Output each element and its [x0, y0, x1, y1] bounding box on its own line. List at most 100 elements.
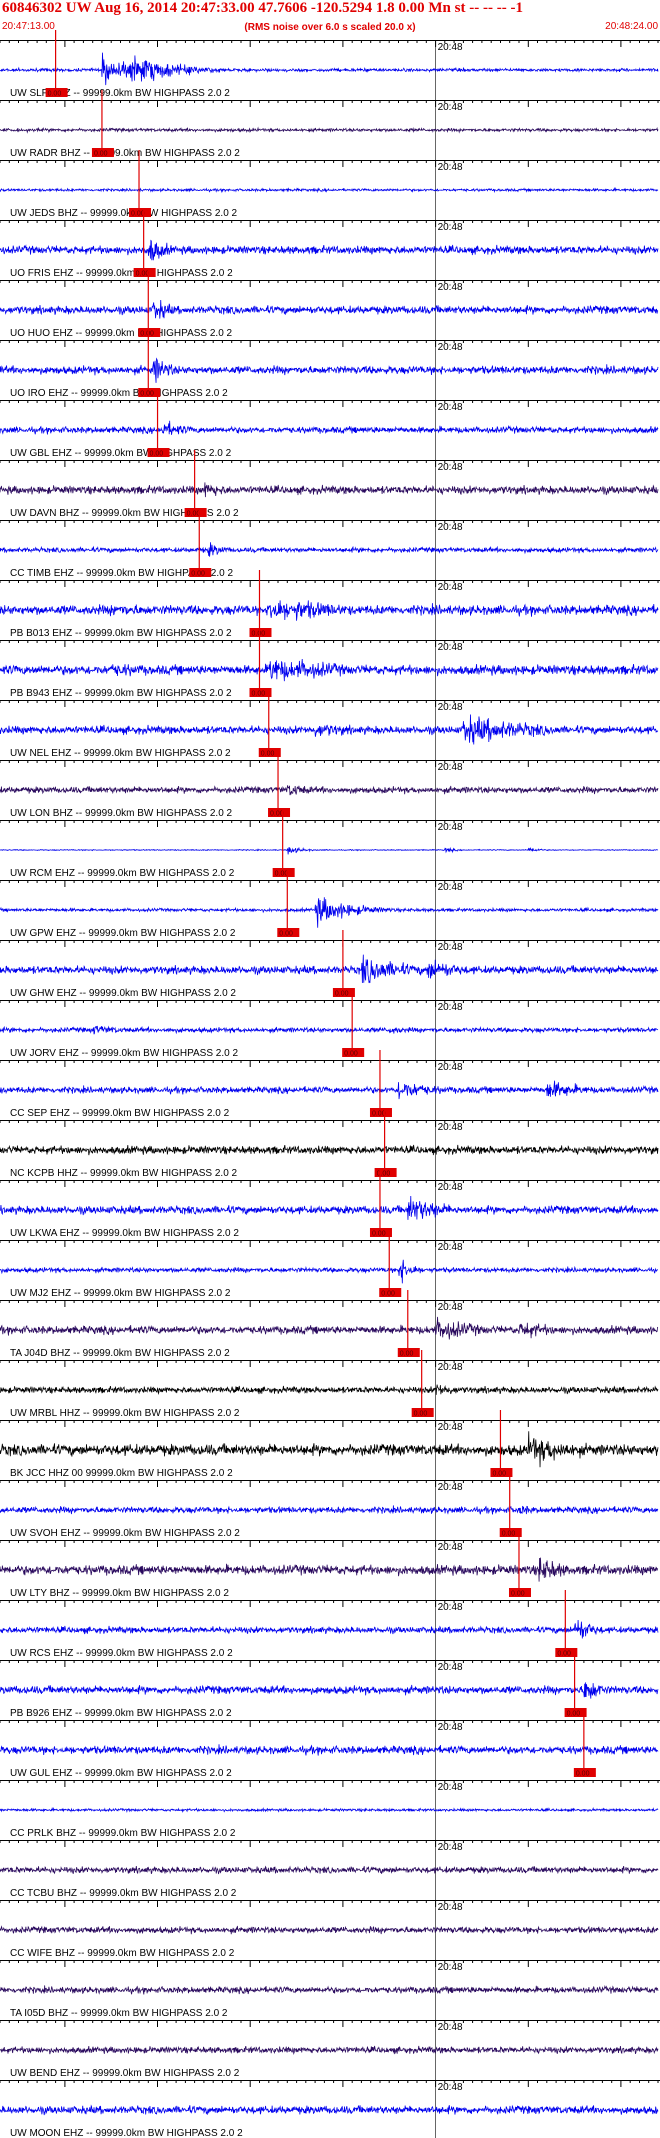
channel-7: 20:48UW DAVN BHZ -- 99999.0km BW HIGHPAS…	[0, 450, 660, 520]
time-mark-label: 20:48	[438, 822, 463, 833]
minute-ticks	[0, 1420, 659, 1427]
pick-label: 0.00	[251, 631, 265, 638]
waveform	[0, 954, 659, 984]
time-mark-label: 20:48	[438, 1722, 463, 1733]
waveform	[0, 1557, 659, 1582]
channel-label: UW MRBL HHZ -- 99999.0km BW HIGHPASS 2.0…	[10, 1408, 240, 1419]
pick-label: 0.00	[191, 571, 205, 578]
time-mark-label: 20:48	[438, 342, 463, 353]
channel-29: 20:48 CC PRLK BHZ -- 99999.0km BW HIGHPAS…	[0, 1780, 660, 1840]
channel-label: UW LTY BHZ -- 99999.0km BW HIGHPASS 2.0 …	[10, 1588, 229, 1599]
channel-label: UW NEL EHZ -- 99999.0km BW HIGHPASS 2.0 …	[10, 748, 231, 759]
minute-ticks	[0, 280, 659, 287]
minute-ticks	[0, 1840, 659, 1847]
minute-ticks	[0, 340, 659, 347]
pick-label: 0.00	[567, 1711, 581, 1718]
waveform	[0, 482, 659, 498]
pick-label: 0.00	[150, 451, 164, 458]
minute-ticks	[0, 1060, 659, 1067]
channel-33: 20:48 UW BEND EHZ -- 99999.0km BW HIGHPAS…	[0, 2020, 660, 2080]
channel-31: 20:48 CC WIFE BHZ -- 99999.0km BW HIGHPAS…	[0, 1900, 660, 1960]
channel-11: 20:48 UW NEL EHZ -- 99999.0km BW HIGHPASS…	[0, 690, 660, 760]
minute-ticks	[0, 1240, 659, 1247]
waveform	[0, 1259, 659, 1284]
pick-label: 0.00	[335, 991, 349, 998]
waveform	[0, 126, 659, 134]
channel-label: TA I05D BHZ -- 99999.0km BW HIGHPASS 2.0…	[10, 2008, 228, 2019]
pick-label: 0.00	[502, 1531, 516, 1538]
time-mark-label: 20:48	[438, 1122, 463, 1133]
channel-26: 20:48 UW RCS EHZ -- 99999.0km BW HIGHPASS…	[0, 1590, 660, 1660]
time-mark-label: 20:48	[438, 1662, 463, 1673]
waveform	[0, 239, 659, 261]
channel-18: 20:48 NC KCPB HHZ -- 99999.0km BW HIGHPAS…	[0, 1110, 660, 1180]
waveform	[0, 1384, 659, 1395]
time-mark-label: 20:48	[438, 42, 463, 53]
time-mark-label: 20:48	[438, 1602, 463, 1613]
channel-label: UW SLF EHZ -- 99999.0km BW HIGHPASS 2.0 …	[10, 88, 230, 99]
channel-3: 20:48 UO FRIS EHZ -- 99999.0km BW HIGHPAS…	[0, 210, 660, 280]
minute-ticks	[0, 160, 659, 167]
minute-ticks	[0, 400, 659, 407]
time-mark-label: 20:48	[438, 1362, 463, 1373]
minute-ticks	[0, 40, 659, 47]
channel-label: CC WIFE BHZ -- 99999.0km BW HIGHPASS 2.0…	[10, 1948, 235, 1959]
channel-6: 20:48 UW GBL EHZ -- 99999.0km BW HIGHPASS…	[0, 390, 660, 460]
channel-12: 20:48 UW LON BHZ -- 99999.0km BW HIGHPASS…	[0, 750, 660, 820]
minute-ticks	[0, 1000, 659, 1007]
pick-label: 0.00	[261, 751, 275, 758]
pick-label: 0.00	[511, 1591, 525, 1598]
waveform	[0, 357, 659, 383]
time-mark-label: 20:48	[438, 102, 463, 113]
time-mark-label: 20:48	[438, 642, 463, 653]
channel-label: UO HUO EHZ -- 99999.0km BW HIGHPASS 2.0 …	[10, 328, 233, 339]
time-mark-label: 20:48	[438, 582, 463, 593]
pick-label: 0.00	[400, 1351, 414, 1358]
channel-5: 20:48 UO IRO EHZ -- 99999.0km BW HIGHPASS…	[0, 330, 660, 400]
pick-label: 0.00	[140, 331, 154, 338]
channel-label: CC SEP EHZ -- 99999.0km BW HIGHPASS 2.0 …	[10, 1108, 230, 1119]
time-mark-label: 20:48	[438, 1782, 463, 1793]
channel-19: 20:48 UW LKWA EHZ -- 99999.0km BW HIGHPAS…	[0, 1170, 660, 1240]
pick-label: 0.00	[136, 271, 150, 278]
waveform	[0, 420, 659, 435]
time-mark-label: 20:48	[438, 882, 463, 893]
pick-label: 0.00	[576, 1771, 590, 1778]
waveform	[0, 1619, 659, 1639]
minute-ticks	[0, 1780, 659, 1787]
waveform	[0, 785, 659, 796]
time-mark-label: 20:48	[438, 2082, 463, 2093]
channel-label: UW BEND EHZ -- 99999.0km BW HIGHPASS 2.0…	[10, 2068, 240, 2079]
time-mark-label: 20:48	[438, 702, 463, 713]
channel-label: UW GHW EHZ -- 99999.0km BW HIGHPASS 2.0 …	[10, 988, 236, 999]
channel-label: UW MJ2 EHZ -- 99999.0km BW HIGHPASS 2.0 …	[10, 1288, 231, 1299]
waveform	[0, 186, 659, 194]
minute-ticks	[0, 1300, 659, 1307]
pick-label: 0.00	[48, 91, 62, 98]
minute-ticks	[0, 100, 659, 107]
channel-21: 20:48 TA J04D BHZ -- 99999.0km BW HIGHPAS…	[0, 1290, 660, 1360]
channel-23: 20:48 BK JCC HHZ 00 99999.0km BW HIGHPASS…	[0, 1410, 660, 1480]
pick-label: 0.00	[270, 811, 284, 818]
channel-label: UW GPW EHZ -- 99999.0km BW HIGHPASS 2.0 …	[10, 928, 236, 939]
minute-ticks	[0, 940, 659, 947]
minute-ticks	[0, 700, 659, 707]
pick-label: 0.00	[279, 931, 293, 938]
channel-24: 20:48 UW SVOH EHZ -- 99999.0km BW HIGHPAS…	[0, 1470, 660, 1540]
channel-14: 20:48 UW GPW EHZ -- 99999.0km BW HIGHPASS…	[0, 870, 660, 940]
waveform	[0, 542, 659, 557]
minute-ticks	[0, 1600, 659, 1607]
time-mark-label: 20:48	[438, 1542, 463, 1553]
channel-label: UO FRIS EHZ -- 99999.0km BW HIGHPASS 2.0…	[10, 268, 233, 279]
time-mark-label: 20:48	[438, 462, 463, 473]
channel-17: 20:48 CC SEP EHZ -- 99999.0km BW HIGHPASS…	[0, 1050, 660, 1120]
minute-ticks	[0, 1180, 659, 1187]
channel-27: 20:48 PB B926 EHZ -- 99999.0km BW HIGHPAS…	[0, 1650, 660, 1720]
waveform	[0, 1865, 659, 1875]
time-mark-label: 20:48	[438, 162, 463, 173]
pick-label: 0.00	[372, 1111, 386, 1118]
waveform	[0, 714, 659, 745]
time-mark-label: 20:48	[438, 522, 463, 533]
channel-label: PB B013 EHZ -- 99999.0km BW HIGHPASS 2.0…	[10, 628, 232, 639]
channel-label: CC TCBU BHZ -- 99999.0km BW HIGHPASS 2.0…	[10, 1888, 237, 1899]
